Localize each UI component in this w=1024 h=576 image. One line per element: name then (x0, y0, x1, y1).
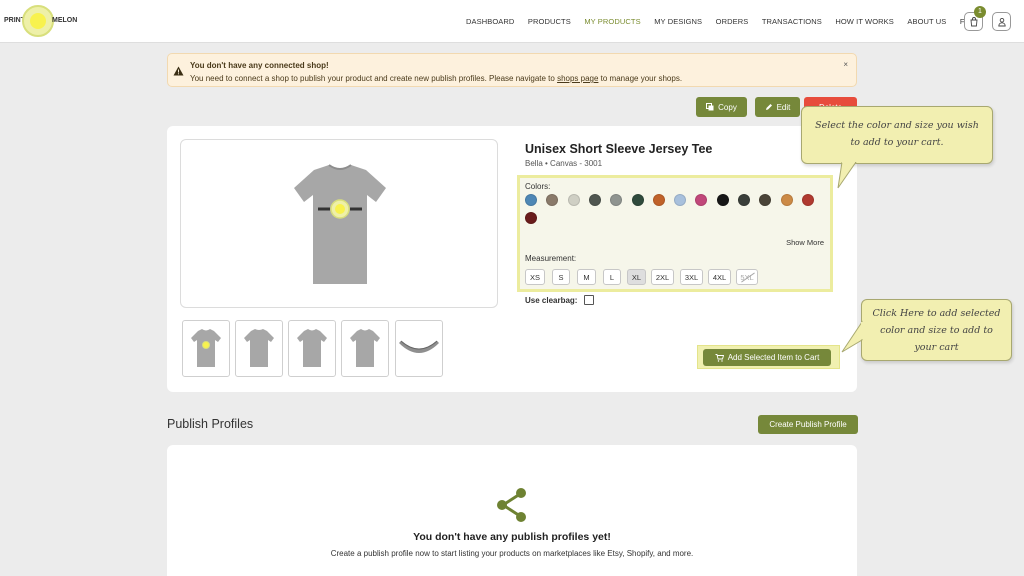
color-swatch[interactable] (738, 194, 750, 206)
color-swatch[interactable] (674, 194, 687, 206)
options-highlight-box: Colors: Show More Measurement: XS S M L … (517, 175, 833, 292)
color-swatch[interactable] (652, 194, 665, 206)
product-title: Unisex Short Sleeve Jersey Tee (525, 142, 713, 156)
nav-orders[interactable]: ORDERS (716, 17, 749, 26)
user-menu-button[interactable] (992, 12, 1011, 31)
logo-melon-core (30, 13, 46, 29)
alert-title: You don't have any connected shop! (190, 61, 329, 70)
add-to-cart-label: Add Selected Item to Cart (727, 353, 820, 362)
tooltip-line: to add to your cart. (850, 137, 944, 148)
nav-transactions[interactable]: TRANSACTIONS (762, 17, 822, 26)
publish-profiles-card: You don't have any publish profiles yet!… (167, 445, 857, 576)
color-swatch[interactable] (759, 194, 772, 206)
nav-my-designs[interactable]: MY DESIGNS (654, 17, 702, 26)
nav-products[interactable]: PRODUCTS (528, 17, 571, 26)
color-swatch[interactable] (695, 194, 708, 206)
nav-about-us[interactable]: ABOUT US (907, 17, 946, 26)
product-thumbnail[interactable] (182, 320, 230, 377)
tooltip-pointer (837, 162, 857, 189)
color-swatch[interactable] (610, 194, 623, 206)
color-swatch[interactable] (546, 194, 559, 206)
collar-detail-thumbnail (399, 340, 439, 353)
color-size-tooltip: Select the color and size you wish to ad… (801, 106, 993, 164)
size-s[interactable]: S (552, 269, 570, 285)
color-swatch[interactable] (525, 194, 537, 206)
cart-count-badge: 1 (974, 6, 986, 18)
tshirt-side-thumbnail (297, 329, 327, 367)
clearbag-label: Use clearbag: (525, 296, 578, 305)
warning-icon (173, 66, 184, 76)
cart-plus-icon (715, 353, 724, 362)
color-swatch[interactable] (631, 194, 644, 206)
tooltip-line: Click Here to add selected (872, 308, 1001, 319)
size-3xl[interactable]: 3XL (680, 269, 703, 285)
share-icon (497, 488, 526, 522)
main-menu: DASHBOARD PRODUCTS MY PRODUCTS MY DESIGN… (466, 17, 989, 26)
tooltip-line: color and size to add to (880, 325, 993, 336)
alert-close-button[interactable]: × (843, 60, 848, 69)
product-subtitle: Bella • Canvas - 3001 (525, 159, 603, 168)
tshirt-angle-thumbnail (350, 329, 380, 367)
nav-my-products[interactable]: MY PRODUCTS (584, 17, 640, 26)
tshirt-back-thumbnail (244, 329, 274, 367)
add-selected-to-cart-button[interactable]: Add Selected Item to Cart (703, 349, 831, 366)
color-swatch[interactable] (716, 194, 729, 206)
nav-how-it-works[interactable]: HOW IT WORKS (835, 17, 894, 26)
product-main-image[interactable] (180, 139, 498, 308)
tooltip-pointer (841, 320, 864, 353)
print-melon-logo[interactable]: PRINT MELON (4, 5, 78, 39)
clearbag-checkbox[interactable] (584, 295, 594, 305)
product-thumbnail[interactable] (288, 320, 336, 377)
color-swatch[interactable] (780, 194, 793, 206)
no-shop-alert: You don't have any connected shop! You n… (167, 53, 857, 87)
nav-dashboard[interactable]: DASHBOARD (466, 17, 514, 26)
size-4xl[interactable]: 4XL (708, 269, 731, 285)
size-5xl: 5XL (736, 269, 758, 285)
publish-profiles-heading: Publish Profiles (167, 417, 254, 431)
shops-page-link[interactable]: shops page (557, 74, 598, 83)
show-more-link[interactable]: Show More (786, 238, 824, 247)
size-2xl[interactable]: 2XL (651, 269, 674, 285)
edit-label: Edit (776, 102, 791, 112)
color-swatch[interactable] (801, 194, 814, 206)
size-xl[interactable]: XL (627, 269, 646, 285)
size-m[interactable]: M (577, 269, 596, 285)
tshirt-mockup-image (294, 164, 386, 284)
color-swatch[interactable] (588, 194, 601, 206)
product-thumbnail[interactable] (235, 320, 283, 377)
add-to-cart-tooltip: Click Here to add selected color and siz… (861, 299, 1012, 361)
measurement-label: Measurement: (525, 254, 577, 263)
tshirt-front-thumbnail (191, 329, 221, 367)
shopping-bag-icon (970, 17, 978, 27)
alert-message: You need to connect a shop to publish yo… (190, 74, 683, 83)
copy-button[interactable]: Copy (696, 97, 747, 117)
colors-label: Colors: (525, 182, 551, 191)
size-l[interactable]: L (603, 269, 621, 285)
create-publish-profile-button[interactable]: Create Publish Profile (758, 415, 858, 434)
copy-icon (706, 103, 714, 111)
empty-state-title: You don't have any publish profiles yet! (413, 531, 611, 543)
tooltip-line: Select the color and size you wish (815, 120, 979, 131)
product-card: Unisex Short Sleeve Jersey Tee Bella • C… (167, 126, 857, 392)
top-navbar: PRINT MELON DASHBOARD PRODUCTS MY PRODUC… (0, 0, 1024, 43)
user-icon (998, 17, 1006, 27)
create-publish-profile-label: Create Publish Profile (769, 420, 847, 429)
empty-state-description: Create a publish profile now to start li… (330, 549, 694, 558)
color-swatch[interactable] (567, 194, 580, 206)
product-thumbnail[interactable] (341, 320, 389, 377)
add-to-cart-highlight: Add Selected Item to Cart (697, 345, 840, 369)
logo-text-right: MELON (52, 17, 78, 24)
tooltip-line: your cart (914, 342, 959, 353)
product-thumbnail[interactable] (395, 320, 443, 377)
edit-button[interactable]: Edit (755, 97, 800, 117)
color-swatch[interactable] (525, 212, 537, 224)
pencil-icon (765, 104, 772, 110)
copy-label: Copy (718, 102, 737, 112)
size-xs[interactable]: XS (525, 269, 545, 285)
